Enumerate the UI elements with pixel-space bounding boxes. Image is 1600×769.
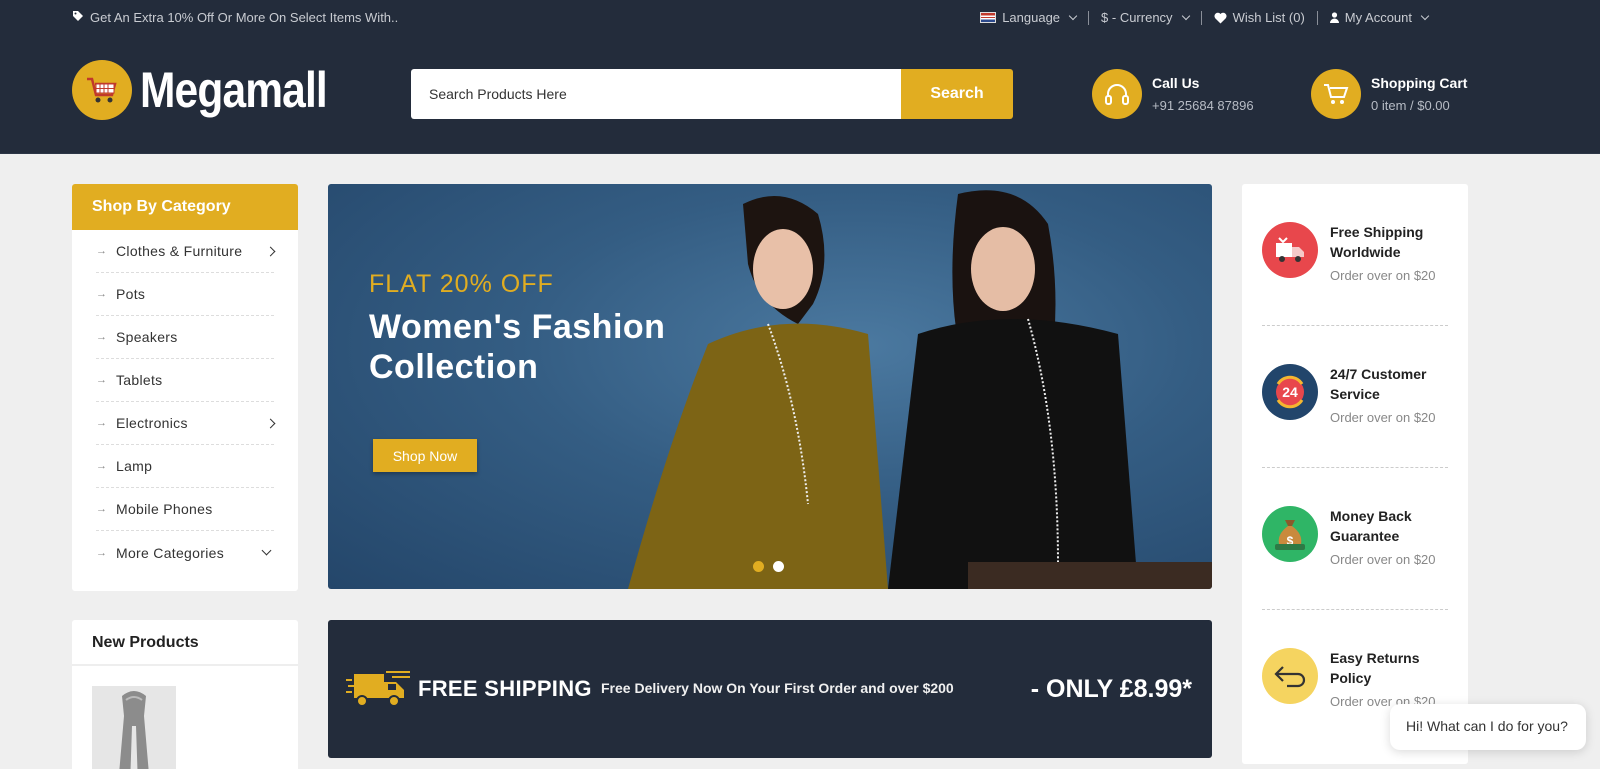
main-header: Megamall Search Call Us +91 25684 87896 … bbox=[0, 36, 1600, 154]
call-title: Call Us bbox=[1152, 75, 1200, 91]
chevron-right-icon bbox=[265, 418, 276, 428]
category-menu: Shop By Category → Clothes & Furniture → Po… bbox=[72, 184, 298, 591]
wishlist-label: Wish List (0) bbox=[1232, 10, 1305, 25]
user-icon bbox=[1329, 12, 1339, 23]
sofa-backdrop bbox=[968, 562, 1212, 589]
category-label: Clothes & Furniture bbox=[116, 243, 243, 259]
category-item[interactable]: → Mobile Phones bbox=[96, 488, 274, 531]
category-item[interactable]: → Tablets bbox=[96, 359, 274, 402]
category-item[interactable]: → More Categories bbox=[96, 531, 274, 574]
call-number: +91 25684 87896 bbox=[1152, 98, 1254, 113]
call-us[interactable]: Call Us +91 25684 87896 bbox=[1092, 69, 1254, 119]
chat-widget-bubble[interactable]: Hi! What can I do for you? bbox=[1390, 704, 1586, 750]
site-logo[interactable]: Megamall bbox=[72, 60, 360, 120]
category-item[interactable]: → Lamp bbox=[96, 445, 274, 488]
arrow-right-icon: → bbox=[96, 331, 108, 343]
feature-item: 24 24/7 Customer Service Order over on $20 bbox=[1262, 326, 1448, 468]
search-input[interactable] bbox=[411, 69, 901, 119]
currency-dropdown[interactable]: $ - Currency bbox=[1089, 10, 1201, 25]
category-label: Electronics bbox=[116, 415, 188, 431]
free-shipping-description: Free Delivery Now On Your First Order an… bbox=[601, 680, 954, 696]
search-button[interactable]: Search bbox=[901, 69, 1013, 119]
banner-headline-line2: Collection bbox=[369, 348, 539, 386]
free-shipping-title: FREE SHIPPING bbox=[418, 676, 592, 701]
category-label: Tablets bbox=[116, 372, 163, 388]
category-item[interactable]: → Pots bbox=[96, 273, 274, 316]
cart-icon bbox=[1311, 69, 1361, 119]
arrow-right-icon: → bbox=[96, 417, 108, 429]
feature-title: 24/7 Customer Service bbox=[1330, 366, 1427, 402]
language-dropdown[interactable]: Language bbox=[968, 10, 1088, 25]
account-label: My Account bbox=[1344, 10, 1412, 25]
category-label: Speakers bbox=[116, 329, 178, 345]
category-list: → Clothes & Furniture → Pots → Speakers → Table… bbox=[72, 230, 298, 574]
feature-subtitle: Order over on $20 bbox=[1330, 268, 1436, 283]
feature-title: Free Shipping Worldwide bbox=[1330, 224, 1424, 260]
currency-label: $ - Currency bbox=[1101, 10, 1173, 25]
carousel-dots bbox=[753, 561, 784, 572]
chevron-down-icon bbox=[1068, 11, 1078, 20]
arrow-right-icon: → bbox=[96, 288, 108, 300]
chevron-down-icon bbox=[1420, 11, 1430, 20]
shop-now-button[interactable]: Shop Now bbox=[373, 439, 477, 472]
shipping-price: - ONLY £8.99* bbox=[1030, 675, 1192, 703]
chevron-right-icon bbox=[265, 246, 276, 256]
promo-text: Get An Extra 10% Off Or More On Select I… bbox=[90, 10, 399, 25]
feature-item: Free Shipping Worldwide Order over on $20 bbox=[1262, 184, 1448, 326]
fast-delivery-truck-icon bbox=[346, 670, 412, 715]
category-item[interactable]: → Clothes & Furniture bbox=[96, 230, 276, 273]
arrow-right-icon: → bbox=[96, 503, 108, 515]
money-bag-icon: $ bbox=[1262, 506, 1318, 562]
service-features: Free Shipping Worldwide Order over on $20… bbox=[1242, 184, 1468, 764]
category-item[interactable]: → Speakers bbox=[96, 316, 274, 359]
banner-kicker: FLAT 20% OFF bbox=[369, 270, 554, 298]
tag-icon bbox=[72, 10, 84, 25]
category-item[interactable]: → Electronics bbox=[96, 402, 276, 445]
cart-logo-icon bbox=[72, 60, 132, 120]
logo-wordmark: Megamall bbox=[140, 62, 328, 118]
carousel-dot-2[interactable] bbox=[773, 561, 784, 572]
feature-subtitle: Order over on $20 bbox=[1330, 410, 1436, 425]
uk-flag-icon bbox=[980, 12, 997, 23]
cart-title: Shopping Cart bbox=[1371, 75, 1468, 91]
category-label: Mobile Phones bbox=[116, 501, 213, 517]
feature-title: Easy Returns Policy bbox=[1330, 650, 1420, 686]
category-label: More Categories bbox=[116, 544, 224, 561]
new-products-panel: New Products bbox=[72, 620, 298, 769]
product-thumbnail[interactable] bbox=[92, 686, 176, 769]
category-label: Lamp bbox=[116, 458, 153, 474]
banner-headline-line1: Women's Fashion bbox=[369, 308, 666, 346]
carousel-dot-1[interactable] bbox=[753, 561, 764, 572]
arrow-right-icon: → bbox=[96, 546, 108, 559]
svg-text:24: 24 bbox=[1282, 384, 1298, 400]
heart-icon bbox=[1214, 12, 1227, 23]
account-dropdown[interactable]: My Account bbox=[1318, 10, 1440, 25]
delivery-truck-icon bbox=[1262, 222, 1318, 278]
24-hours-icon: 24 bbox=[1262, 364, 1318, 420]
return-arrow-icon bbox=[1262, 648, 1318, 704]
promo-notice: Get An Extra 10% Off Or More On Select I… bbox=[72, 10, 398, 25]
chevron-down-icon bbox=[261, 545, 272, 556]
category-label: Pots bbox=[116, 286, 146, 302]
feature-subtitle: Order over on $20 bbox=[1330, 552, 1436, 567]
category-menu-title: Shop By Category bbox=[72, 184, 298, 230]
shopping-cart[interactable]: Shopping Cart 0 item / $0.00 bbox=[1311, 69, 1467, 119]
headphones-icon bbox=[1092, 69, 1142, 119]
arrow-right-icon: → bbox=[96, 374, 108, 386]
wishlist-link[interactable]: Wish List (0) bbox=[1202, 10, 1317, 25]
top-bar: Get An Extra 10% Off Or More On Select I… bbox=[0, 0, 1600, 36]
search-bar: Search bbox=[411, 69, 1013, 119]
new-products-title: New Products bbox=[72, 620, 298, 666]
scarf-image bbox=[119, 691, 149, 769]
arrow-right-icon: → bbox=[96, 460, 108, 472]
hero-banner[interactable]: FLAT 20% OFF Women's Fashion Collection … bbox=[328, 184, 1212, 589]
chevron-down-icon bbox=[1181, 11, 1190, 20]
free-shipping-banner: FREE SHIPPING Free Delivery Now On Your … bbox=[328, 620, 1212, 758]
feature-title: Money Back Guarantee bbox=[1330, 508, 1412, 544]
feature-item: $ Money Back Guarantee Order over on $20 bbox=[1262, 468, 1448, 610]
language-label: Language bbox=[1002, 10, 1061, 25]
arrow-right-icon: → bbox=[96, 245, 108, 257]
cart-summary: 0 item / $0.00 bbox=[1371, 98, 1450, 113]
